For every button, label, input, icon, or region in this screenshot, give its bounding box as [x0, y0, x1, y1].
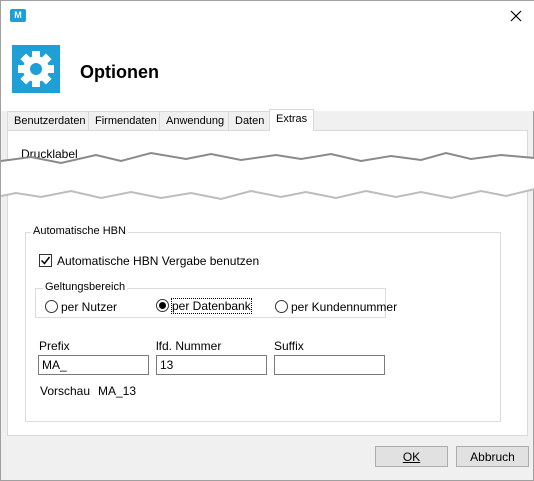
cancel-button-label: Abbruch	[470, 449, 515, 464]
preview-label: Vorschau	[40, 384, 91, 398]
suffix-label: Suffix	[274, 339, 304, 353]
dialog-title: Optionen	[80, 62, 159, 82]
tab-firmendaten[interactable]: Firmendaten	[88, 111, 164, 130]
close-icon	[510, 10, 522, 22]
gear-icon	[12, 45, 60, 93]
ok-button-label: OK	[402, 449, 421, 464]
dialog-header: Optionen	[1, 31, 534, 111]
hbn-auto-checkbox[interactable]	[39, 254, 52, 267]
scope-group-label: Geltungsbereich	[43, 281, 128, 293]
prefix-label: Prefix	[39, 339, 70, 353]
scope-radio-datenbank[interactable]	[156, 299, 169, 312]
checkmark-icon	[40, 256, 51, 265]
app-icon: M	[10, 9, 26, 22]
tab-benutzerdaten[interactable]: Benutzerdaten	[7, 111, 93, 130]
cancel-button[interactable]: Abbruch	[456, 446, 529, 467]
scope-radio-nutzer-label[interactable]: per Nutzer	[61, 300, 117, 314]
hbn-group-label: Automatische HBN	[31, 225, 128, 237]
scope-radio-kundennummer-label[interactable]: per Kundennummer	[291, 300, 397, 314]
scope-radio-kundennummer[interactable]	[275, 300, 288, 313]
title-bar: M	[1, 1, 534, 31]
number-input[interactable]	[156, 355, 267, 375]
preview-value: MA_13	[98, 384, 137, 398]
scope-radio-datenbank-label[interactable]: per Datenbank	[171, 298, 252, 314]
tab-daten[interactable]: Daten	[228, 111, 272, 130]
options-dialog: M Optionen Benutzerdaten Firmendaten Anw…	[0, 0, 534, 481]
tab-anwendung[interactable]: Anwendung	[159, 111, 232, 130]
tab-extras[interactable]: Extras	[269, 109, 315, 131]
ok-button[interactable]: OK	[375, 446, 448, 467]
close-button[interactable]	[504, 4, 528, 28]
number-label: lfd. Nummer	[156, 339, 222, 353]
prefix-input[interactable]	[38, 355, 149, 375]
scope-radio-nutzer[interactable]	[45, 300, 58, 313]
hbn-auto-checkbox-label[interactable]: Automatische HBN Vergabe benutzen	[57, 254, 259, 268]
suffix-input[interactable]	[274, 355, 385, 375]
torn-edge	[1, 151, 534, 201]
